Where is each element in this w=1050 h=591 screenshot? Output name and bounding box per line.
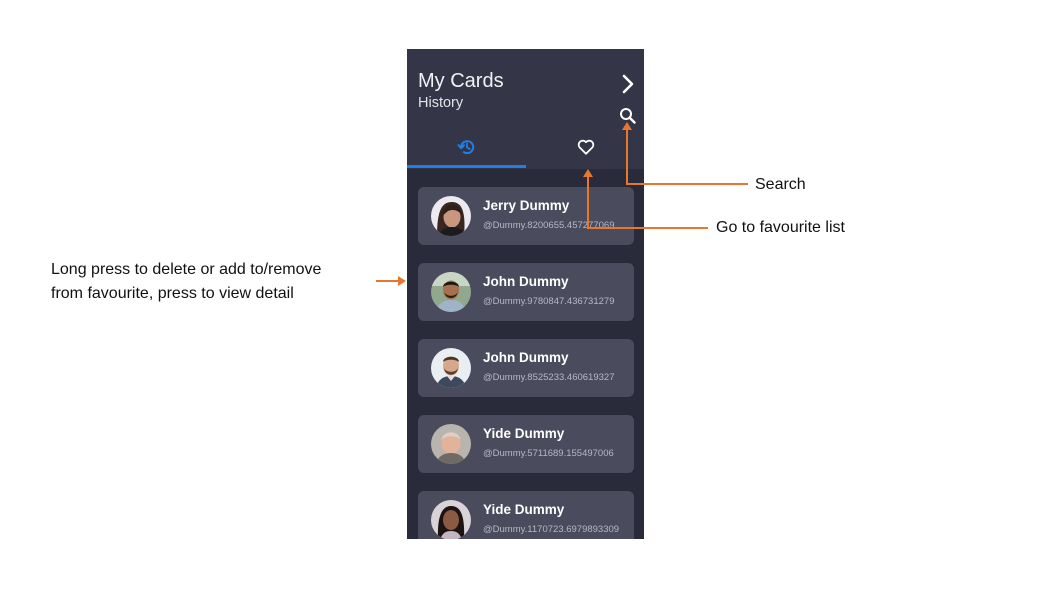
search-callout-line: [626, 124, 628, 185]
card-name: John Dummy: [483, 274, 569, 289]
heart-outline-icon: [577, 139, 595, 155]
avatar: [431, 424, 471, 464]
card-handle: @Dummy.5711689.155497006: [483, 448, 614, 459]
card-handle: @Dummy.8525233.460619327: [483, 372, 615, 383]
page-title: My Cards: [418, 70, 504, 92]
history-icon: [457, 140, 475, 155]
card-handle: @Dummy.1170723.6979893309: [483, 524, 620, 535]
favourite-annotation: Go to favourite list: [716, 219, 845, 236]
favourite-callout-line: [587, 227, 708, 229]
avatar: [431, 500, 471, 539]
card-item[interactable]: John Dummy @Dummy.9780847.436731279: [418, 263, 634, 321]
card-handle: @Dummy.9780847.436731279: [483, 296, 615, 307]
avatar: [431, 272, 471, 312]
long-press-annotation-line1: Long press to delete or add to/remove: [51, 261, 322, 278]
card-item[interactable]: Jerry Dummy @Dummy.8200655.457277069: [418, 187, 634, 245]
card-name: Jerry Dummy: [483, 198, 570, 213]
search-icon: [620, 108, 636, 124]
card-item[interactable]: John Dummy @Dummy.8525233.460619327: [418, 339, 634, 397]
card-name: Yide Dummy: [483, 426, 565, 441]
avatar: [431, 196, 471, 236]
card-item[interactable]: Yide Dummy @Dummy.5711689.155497006: [418, 415, 634, 473]
long-press-annotation-line2: from favourite, press to view detail: [51, 285, 294, 302]
search-annotation: Search: [755, 176, 806, 193]
favourite-callout-line: [587, 175, 589, 229]
chevron-right-icon: [622, 74, 634, 94]
page-subtitle: History: [418, 95, 464, 111]
card-item[interactable]: Yide Dummy @Dummy.1170723.6979893309: [418, 491, 634, 539]
avatar: [431, 348, 471, 388]
search-callout-line: [626, 183, 748, 185]
tab-history[interactable]: [407, 129, 525, 169]
card-name: John Dummy: [483, 350, 569, 365]
card-handle: @Dummy.8200655.457277069: [483, 220, 615, 231]
card-name: Yide Dummy: [483, 502, 565, 517]
app-bar: My Cards History: [407, 49, 644, 169]
active-tab-indicator: [407, 165, 526, 168]
next-button[interactable]: [617, 73, 639, 95]
phone-screen: My Cards History Jerry Dummy @Dummy.8200…: [407, 49, 644, 539]
long-press-callout-line: [376, 280, 400, 282]
search-button[interactable]: [618, 106, 638, 126]
